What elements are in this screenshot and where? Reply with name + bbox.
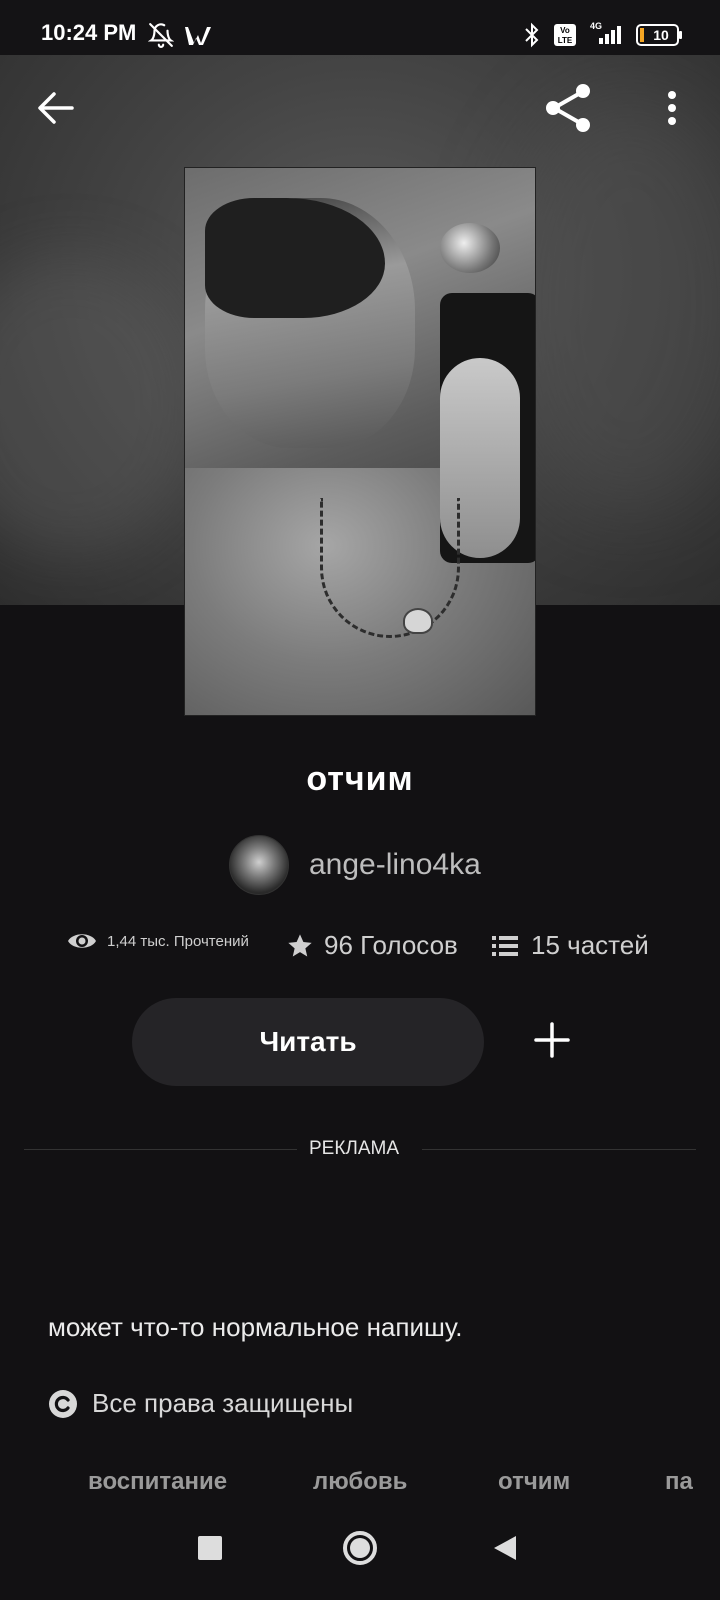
back-triangle-icon [492, 1534, 518, 1567]
bluetooth-icon [522, 22, 542, 53]
more-options-button[interactable] [642, 80, 702, 140]
svg-text:Vo: Vo [560, 26, 570, 35]
tag-list: воспитание любовь отчим па [0, 1468, 720, 1508]
share-button[interactable] [538, 80, 598, 140]
tag-item[interactable]: па [665, 1468, 693, 1496]
share-icon [543, 83, 593, 138]
status-time: 10:24 PM [41, 20, 137, 45]
recents-square-icon [197, 1535, 223, 1566]
story-stats: 1,44 тыс. Прочтений 96 Голосов 15 частей [0, 930, 720, 970]
tag-item[interactable]: любовь [313, 1468, 407, 1496]
reads-stat: 1,44 тыс. Прочтений [67, 930, 249, 952]
home-circle-icon [342, 1530, 378, 1571]
wattpad-w-icon [184, 24, 212, 51]
plus-icon [534, 1021, 570, 1063]
story-cover-image[interactable] [184, 167, 536, 716]
svg-text:4G: 4G [590, 21, 602, 31]
signal-4g-icon: 4G [587, 20, 627, 53]
divider-line [24, 1149, 297, 1150]
arrow-left-icon [37, 91, 75, 130]
read-button[interactable]: Читать [132, 998, 484, 1086]
avatar [229, 835, 289, 895]
svg-text:10: 10 [653, 27, 669, 43]
system-back-button[interactable] [470, 1515, 540, 1585]
story-title: отчим [306, 760, 414, 798]
ad-divider: РЕКЛАМА [24, 1136, 696, 1164]
author-name: ange-lino4ka [309, 848, 481, 881]
reads-count: 1,44 тыс. Прочтений [107, 932, 249, 950]
votes-stat: 96 Голосов [286, 930, 458, 961]
more-vertical-icon [666, 90, 678, 131]
cover-detail [440, 223, 500, 273]
eye-icon [67, 930, 97, 952]
status-bar: 10:24 PM Vo LTE 4G 10 [0, 0, 720, 55]
author-link[interactable]: ange-lino4ka [229, 835, 481, 895]
home-button[interactable] [325, 1515, 395, 1585]
cover-heart-pendant [403, 608, 433, 634]
ad-label: РЕКЛАМА [309, 1138, 400, 1159]
star-icon [286, 932, 314, 960]
list-icon [491, 934, 519, 958]
cover-necklace [320, 498, 460, 638]
votes-count: 96 Голосов [324, 930, 458, 960]
cover-hair [205, 198, 385, 318]
tag-item[interactable]: отчим [498, 1468, 570, 1496]
svg-text:LTE: LTE [558, 36, 573, 45]
divider-line [422, 1149, 696, 1150]
battery-icon: 10 [636, 24, 684, 51]
back-button[interactable] [26, 80, 86, 140]
copyright-icon [48, 1389, 78, 1419]
add-to-library-button[interactable] [510, 1000, 594, 1084]
hero-blur-shape [0, 255, 200, 555]
copyright-label: Все права защищены [92, 1388, 354, 1418]
story-description: может что-то нормальное напишу. [48, 1312, 463, 1342]
cover-figure-head [205, 198, 415, 448]
bell-off-icon [147, 22, 175, 53]
volte-icon: Vo LTE [553, 23, 577, 52]
tag-item[interactable]: воспитание [88, 1468, 227, 1496]
parts-stat: 15 частей [491, 930, 649, 961]
copyright-notice: Все права защищены [48, 1388, 353, 1419]
parts-count: 15 частей [531, 930, 649, 960]
system-nav-bar [0, 1515, 720, 1585]
recents-button[interactable] [175, 1515, 245, 1585]
